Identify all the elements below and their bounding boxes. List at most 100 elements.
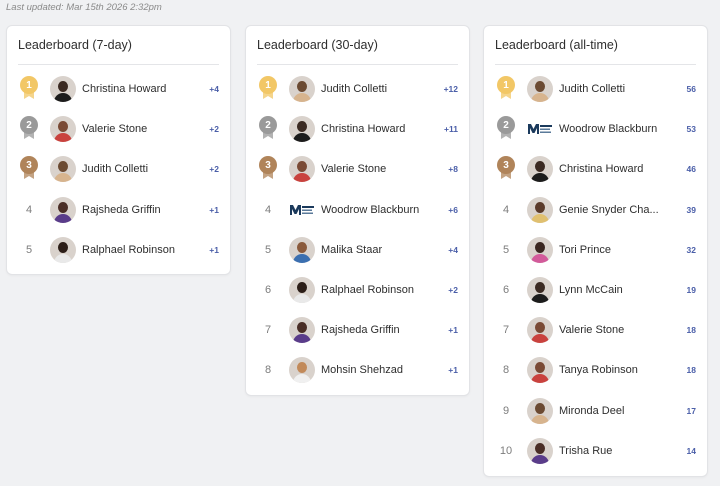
rank-slot: 7 — [494, 317, 518, 343]
rank-slot: 8 — [256, 357, 280, 383]
leaderboard-row[interactable]: 3 Judith Colletti +2 — [7, 149, 230, 189]
rank-number: 4 — [25, 203, 33, 216]
leaderboard-30day-card: Leaderboard (30-day) 1 Judith Colletti +12… — [245, 25, 470, 396]
bronze-medal-icon: 3 — [259, 156, 277, 182]
medal-rank-number: 1 — [259, 76, 277, 95]
leaderboard-row[interactable]: 1 Judith Colletti +12 — [246, 69, 469, 109]
leaderboard-row[interactable]: 3 Valerie Stone +8 — [246, 149, 469, 189]
user-name[interactable]: Woodrow Blackburn — [559, 123, 681, 135]
medal-rank-number: 2 — [497, 116, 515, 135]
user-name[interactable]: Valerie Stone — [559, 324, 681, 336]
rank-number: 5 — [25, 243, 33, 256]
divider — [495, 64, 696, 65]
rank-slot: 2 — [494, 116, 518, 142]
leaderboard-row[interactable]: 3 Christina Howard 46 — [484, 149, 707, 189]
avatar — [527, 277, 553, 304]
avatar — [527, 437, 553, 464]
user-name[interactable]: Woodrow Blackburn — [321, 204, 442, 216]
user-name[interactable]: Lynn McCain — [559, 284, 681, 296]
leaderboard-row[interactable]: 4 Rajsheda Griffin +1 — [7, 190, 230, 230]
user-name[interactable]: Mohsin Shehzad — [321, 364, 442, 376]
user-name[interactable]: Mironda Deel — [559, 405, 681, 417]
company-logo-avatar — [527, 116, 553, 142]
score-value: +2 — [209, 124, 219, 135]
rank-number: 4 — [264, 203, 272, 216]
avatar — [289, 277, 315, 304]
leaderboard-row[interactable]: 2 Valerie Stone +2 — [7, 109, 230, 149]
rank-slot: 1 — [17, 76, 41, 102]
avatar — [50, 196, 76, 223]
user-name[interactable]: Judith Colletti — [82, 163, 203, 175]
score-value: 19 — [686, 285, 696, 296]
rank-slot: 3 — [17, 156, 41, 182]
leaderboard-row[interactable]: 5 Malika Staar +4 — [246, 230, 469, 270]
medal-rank-number: 2 — [259, 116, 277, 135]
user-name[interactable]: Malika Staar — [321, 244, 442, 256]
rank-slot: 10 — [494, 438, 518, 464]
leaderboard-row[interactable]: 4 Woodrow Blackburn +6 — [246, 190, 469, 230]
leaderboard-row[interactable]: 4 Genie Snyder Cha... 39 — [484, 190, 707, 230]
score-value: 53 — [686, 124, 696, 135]
leaderboard-row[interactable]: 1 Christina Howard +4 — [7, 69, 230, 109]
avatar — [527, 76, 553, 103]
leaderboard-row[interactable]: 6 Ralphael Robinson +2 — [246, 270, 469, 310]
rank-number: 8 — [264, 364, 272, 377]
score-value: +4 — [209, 84, 219, 95]
rank-slot: 4 — [256, 197, 280, 223]
leaderboard-row[interactable]: 5 Tori Prince 32 — [484, 230, 707, 270]
user-name[interactable]: Judith Colletti — [559, 83, 681, 95]
divider — [18, 64, 219, 65]
leaderboard-row[interactable]: 7 Rajsheda Griffin +1 — [246, 310, 469, 350]
avatar — [50, 76, 76, 103]
rank-slot: 4 — [494, 197, 518, 223]
rank-slot: 6 — [494, 277, 518, 303]
leaderboard-row[interactable]: 2 Christina Howard +11 — [246, 109, 469, 149]
leaderboard-row[interactable]: 8 Mohsin Shehzad +1 — [246, 350, 469, 390]
leaderboard-row[interactable]: 5 Ralphael Robinson +1 — [7, 230, 230, 270]
leaderboard-list: 1 Judith Colletti +12 2 Christina Howard +11 3… — [246, 69, 469, 391]
user-name[interactable]: Christina Howard — [82, 83, 203, 95]
avatar — [289, 76, 315, 103]
leaderboard-row[interactable]: 6 Lynn McCain 19 — [484, 270, 707, 310]
leaderboard-row[interactable]: 2 Woodrow Blackburn 53 — [484, 109, 707, 149]
score-value: +1 — [209, 244, 219, 255]
leaderboard-row[interactable]: 10 Trisha Rue 14 — [484, 431, 707, 471]
silver-medal-icon: 2 — [497, 116, 515, 142]
user-name[interactable]: Christina Howard — [321, 123, 438, 135]
avatar — [527, 397, 553, 424]
leaderboard-alltime-card: Leaderboard (all-time) 1 Judith Colletti 5… — [483, 25, 708, 477]
leaderboard-row[interactable]: 7 Valerie Stone 18 — [484, 310, 707, 350]
avatar — [289, 116, 315, 143]
user-name[interactable]: Tanya Robinson — [559, 364, 681, 376]
user-name[interactable]: Ralphael Robinson — [321, 284, 442, 296]
user-name[interactable]: Christina Howard — [559, 163, 681, 175]
user-name[interactable]: Rajsheda Griffin — [321, 324, 442, 336]
user-name[interactable]: Rajsheda Griffin — [82, 204, 203, 216]
user-name[interactable]: Ralphael Robinson — [82, 244, 203, 256]
score-value: 32 — [686, 244, 696, 255]
user-name[interactable]: Valerie Stone — [82, 123, 203, 135]
rank-slot: 1 — [256, 76, 280, 102]
avatar — [289, 317, 315, 344]
gold-medal-icon: 1 — [20, 76, 38, 102]
user-name[interactable]: Genie Snyder Cha... — [559, 204, 681, 216]
medal-rank-number: 1 — [20, 76, 38, 95]
card-title: Leaderboard (7-day) — [18, 38, 132, 52]
score-value: +8 — [448, 164, 458, 175]
score-value: +11 — [444, 124, 458, 135]
user-name[interactable]: Trisha Rue — [559, 445, 681, 457]
rank-slot: 1 — [494, 76, 518, 102]
user-name[interactable]: Tori Prince — [559, 244, 681, 256]
rank-slot: 7 — [256, 317, 280, 343]
leaderboard-row[interactable]: 1 Judith Colletti 56 — [484, 69, 707, 109]
rank-number: 5 — [264, 243, 272, 256]
rank-slot: 2 — [17, 116, 41, 142]
leaderboard-row[interactable]: 8 Tanya Robinson 18 — [484, 350, 707, 390]
score-value: +1 — [209, 204, 219, 215]
leaderboard-row[interactable]: 9 Mironda Deel 17 — [484, 391, 707, 431]
user-name[interactable]: Judith Colletti — [321, 83, 438, 95]
user-name[interactable]: Valerie Stone — [321, 163, 442, 175]
rank-number: 7 — [264, 324, 272, 337]
score-value: +6 — [448, 204, 458, 215]
medal-rank-number: 2 — [20, 116, 38, 135]
